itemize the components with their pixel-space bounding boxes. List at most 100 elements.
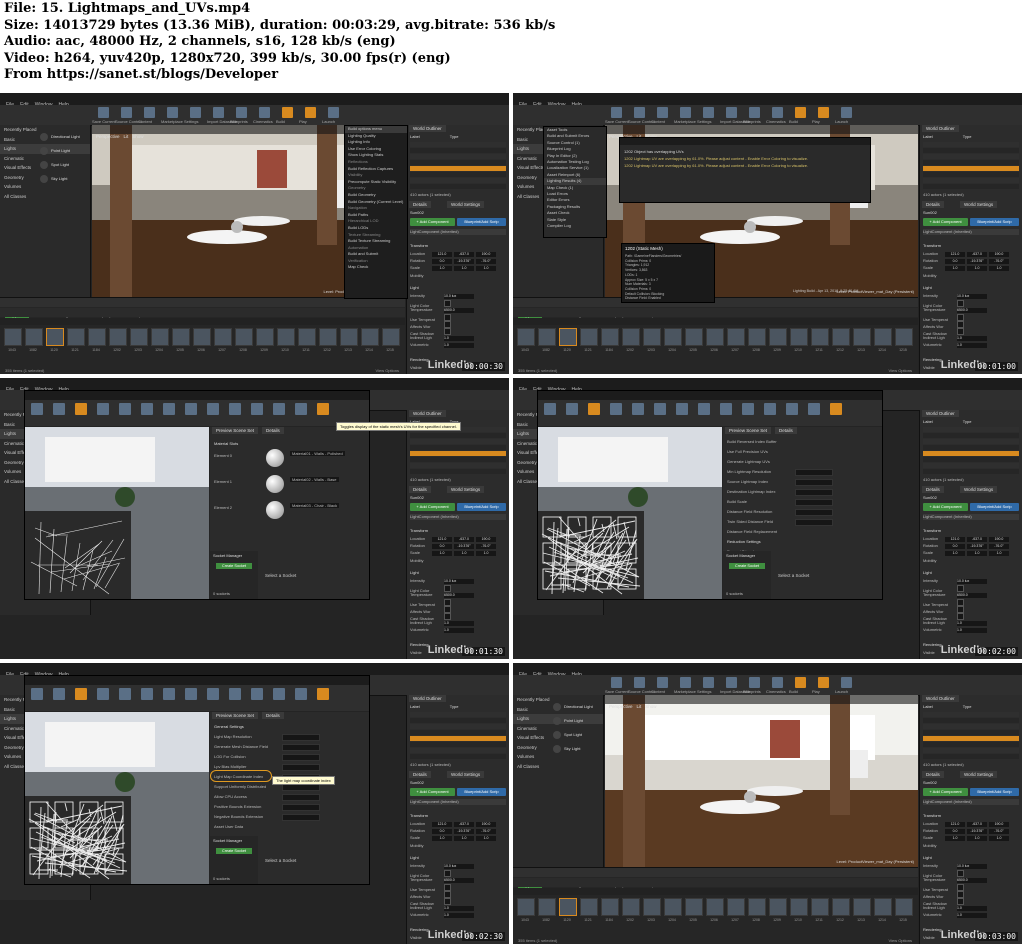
asset-thumbnail[interactable]	[319, 328, 337, 346]
toolbar-play-icon[interactable]	[818, 677, 829, 688]
outliner-row[interactable]	[923, 142, 1019, 147]
toolbar-save-current-icon[interactable]	[611, 107, 622, 118]
sme-tool-icon[interactable]	[566, 403, 578, 415]
toolbar-marketplace-icon[interactable]	[680, 107, 691, 118]
volumetric-value[interactable]: 1.0	[957, 343, 987, 348]
add-component-button[interactable]: + Add Component	[923, 788, 968, 796]
rotation-value[interactable]: 0.0	[432, 544, 452, 549]
checkbox[interactable]	[444, 300, 451, 307]
toolbar-blueprints-icon[interactable]	[236, 107, 247, 118]
actor-name[interactable]: Sun002	[923, 210, 1019, 216]
sme-tool-icon[interactable]	[830, 403, 842, 415]
outliner-row[interactable]	[923, 457, 1019, 462]
temperature-value[interactable]: 6500.0	[444, 308, 474, 313]
light-component-row[interactable]: LightComponent (Inherited)	[410, 514, 506, 520]
asset-thumbnail[interactable]	[601, 328, 619, 346]
log-line[interactable]: 1202 Lightmap UV are overlapping by 61.0…	[624, 156, 808, 161]
scale-value[interactable]: 1.0	[454, 266, 474, 271]
asset-thumbnail[interactable]	[727, 898, 745, 916]
world-settings-tab[interactable]: World Settings	[447, 771, 485, 778]
preview-scene-tab[interactable]: Preview Scene Set	[212, 427, 259, 434]
world-settings-tab[interactable]: World Settings	[960, 201, 998, 208]
asset-thumbnail[interactable]	[214, 328, 232, 346]
checkbox[interactable]	[444, 898, 451, 905]
mode-category[interactable]: Volumes	[513, 752, 603, 762]
rotation-value[interactable]: -19.376°	[454, 259, 474, 264]
intensity-value[interactable]: 10.0 lux	[957, 864, 987, 869]
sme-tool-icon[interactable]	[251, 688, 263, 700]
indirect-light-value[interactable]: 1.0	[444, 336, 474, 341]
checkbox[interactable]	[957, 328, 964, 335]
rotation-value[interactable]: 0.0	[432, 259, 452, 264]
window-menu-item[interactable]: Compiler Log	[544, 223, 606, 229]
sme-viewport[interactable]	[25, 712, 209, 884]
light-component-row[interactable]: LightComponent (Inherited)	[923, 799, 1019, 805]
light-item[interactable]: Point Light	[553, 717, 583, 725]
sme-tool-icon[interactable]	[654, 403, 666, 415]
outliner-row[interactable]	[923, 166, 1019, 171]
toolbar-blueprints-icon[interactable]	[749, 107, 760, 118]
viewport-show-button[interactable]: Show	[132, 134, 143, 139]
checkbox[interactable]	[957, 613, 964, 620]
indirect-light-value[interactable]: 1.0	[444, 621, 474, 626]
sme-tool-icon[interactable]	[75, 403, 87, 415]
toolbar-launch-icon[interactable]	[841, 107, 852, 118]
mesh-property-value[interactable]	[282, 744, 320, 751]
mode-category[interactable]: All Classes	[513, 762, 603, 772]
outliner-row[interactable]	[410, 724, 506, 729]
sme-tool-icon[interactable]	[119, 403, 131, 415]
details-tab[interactable]: Details	[262, 427, 284, 434]
actor-name[interactable]: Sun002	[410, 780, 506, 786]
asset-thumbnail[interactable]	[643, 328, 661, 346]
asset-thumbnail[interactable]	[748, 328, 766, 346]
location-value[interactable]: -637.0	[967, 252, 987, 257]
asset-thumbnail[interactable]	[559, 328, 577, 346]
sme-tool-icon[interactable]	[97, 688, 109, 700]
details-tab[interactable]: Details	[409, 771, 431, 778]
sme-tool-icon[interactable]	[75, 688, 87, 700]
checkbox[interactable]	[444, 328, 451, 335]
asset-thumbnail[interactable]	[298, 328, 316, 346]
create-socket-button[interactable]: Create Socket	[729, 563, 765, 569]
outliner-row[interactable]	[923, 172, 1019, 177]
mesh-property-value[interactable]	[282, 794, 320, 801]
checkbox[interactable]	[957, 870, 964, 877]
view-options[interactable]: View Options	[376, 368, 400, 373]
build-menu-item[interactable]: Build Texture Streaming	[345, 238, 407, 245]
sme-tool-icon[interactable]	[720, 403, 732, 415]
toolbar-settings-icon[interactable]	[190, 107, 201, 118]
add-component-button[interactable]: + Add Component	[410, 503, 455, 511]
asset-thumbnail[interactable]	[727, 328, 745, 346]
asset-thumbnail[interactable]	[517, 328, 535, 346]
blueprint-add-script-button[interactable]: Blueprint/Add Scrip	[970, 503, 1019, 511]
sme-tool-icon[interactable]	[632, 403, 644, 415]
mesh-property-value[interactable]	[795, 509, 833, 516]
world-outliner-tab[interactable]: World Outliner	[409, 125, 446, 132]
outliner-row[interactable]	[410, 439, 506, 444]
material-name[interactable]: Material01 - Walls - Polished	[290, 451, 345, 456]
add-component-button[interactable]: + Add Component	[410, 788, 455, 796]
volumetric-value[interactable]: 1.0	[444, 628, 474, 633]
outliner-row[interactable]	[410, 463, 506, 468]
outliner-row[interactable]	[410, 712, 506, 717]
asset-thumbnail[interactable]	[580, 898, 598, 916]
scale-value[interactable]: 1.0	[989, 551, 1009, 556]
asset-thumbnail[interactable]	[811, 898, 829, 916]
asset-thumbnail[interactable]	[130, 328, 148, 346]
outliner-row[interactable]	[410, 748, 506, 753]
outliner-row[interactable]	[923, 724, 1019, 729]
outliner-row[interactable]	[923, 718, 1019, 723]
outliner-row[interactable]	[410, 160, 506, 165]
asset-thumbnail[interactable]	[874, 898, 892, 916]
location-value[interactable]: 121.0	[432, 537, 452, 542]
build-menu-item[interactable]: Build Paths	[345, 212, 407, 219]
location-value[interactable]: -637.0	[454, 252, 474, 257]
location-value[interactable]: 190.0	[989, 252, 1009, 257]
outliner-row[interactable]	[923, 463, 1019, 468]
outliner-row[interactable]	[410, 445, 506, 450]
location-value[interactable]: 190.0	[476, 537, 496, 542]
scale-value[interactable]: 1.0	[945, 551, 965, 556]
mesh-property-value[interactable]	[282, 764, 320, 771]
rotation-value[interactable]: -76.0°	[989, 544, 1009, 549]
sme-tool-icon[interactable]	[53, 403, 65, 415]
